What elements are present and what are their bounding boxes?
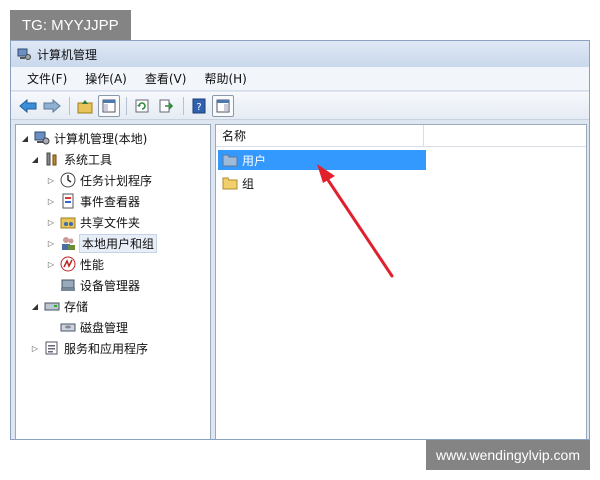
tree-item-label: 共享文件夹 bbox=[80, 215, 141, 230]
screenshot: 计算机管理 文件(F) 操作(A) 查看(V) 帮助(H) ? ◢ 计算机管理(… bbox=[0, 0, 600, 480]
tree-item-label: 任务计划程序 bbox=[80, 173, 153, 188]
forward-button[interactable] bbox=[41, 95, 63, 117]
menu-action[interactable]: 操作(A) bbox=[77, 68, 135, 89]
tree-item-label: 服务和应用程序 bbox=[64, 341, 149, 356]
column-header-empty bbox=[424, 125, 584, 147]
users-icon bbox=[60, 235, 76, 251]
list-header: 名称 bbox=[216, 124, 586, 147]
refresh-button[interactable] bbox=[131, 95, 153, 117]
folder-icon bbox=[222, 153, 238, 167]
tree-item-disk-management[interactable]: 磁盘管理 bbox=[60, 317, 128, 337]
collapse-icon[interactable]: ◢ bbox=[20, 134, 30, 143]
svg-text:?: ? bbox=[196, 102, 201, 113]
device-manager-icon bbox=[60, 277, 76, 293]
expand-icon[interactable]: ▷ bbox=[46, 197, 56, 206]
tree-item-label: 设备管理器 bbox=[80, 278, 141, 293]
expand-icon[interactable]: ▷ bbox=[46, 176, 56, 185]
performance-icon bbox=[60, 256, 76, 272]
computer-management-icon bbox=[17, 47, 31, 61]
computer-management-icon bbox=[34, 130, 50, 146]
tools-icon bbox=[44, 151, 60, 167]
toolbar-separator bbox=[126, 96, 127, 115]
help-icon: ? bbox=[192, 98, 206, 113]
list-item-users[interactable]: 用户 bbox=[218, 150, 426, 170]
show-hide-action-pane-button[interactable] bbox=[212, 94, 234, 117]
clock-icon bbox=[60, 172, 76, 188]
menu-file[interactable]: 文件(F) bbox=[19, 68, 75, 89]
refresh-icon bbox=[135, 99, 149, 112]
show-hide-tree-button[interactable] bbox=[98, 94, 120, 117]
folder-up-icon bbox=[77, 99, 93, 113]
tree-item-system-tools[interactable]: ◢ 系统工具 bbox=[30, 149, 112, 169]
expand-icon[interactable]: ▷ bbox=[30, 344, 40, 353]
menu-bar: 文件(F) 操作(A) 查看(V) 帮助(H) bbox=[11, 67, 589, 91]
toolbar-separator bbox=[69, 96, 70, 115]
event-viewer-icon bbox=[60, 193, 76, 209]
help-button[interactable]: ? bbox=[188, 95, 210, 117]
forward-arrow-icon bbox=[43, 98, 61, 113]
export-list-button[interactable] bbox=[155, 95, 177, 117]
list-item-label: 用户 bbox=[242, 153, 267, 168]
column-header-name[interactable]: 名称 bbox=[216, 124, 424, 147]
tree-item-device-manager[interactable]: 设备管理器 bbox=[60, 275, 140, 295]
tree-item-services-apps[interactable]: ▷ 服务和应用程序 bbox=[30, 338, 148, 358]
tree-item-label: 存储 bbox=[64, 299, 89, 314]
tree-item-label: 磁盘管理 bbox=[80, 320, 129, 335]
toolbar: ? bbox=[11, 92, 589, 120]
console-tree: ◢ 计算机管理(本地) ◢ 系统工具 ▷ 任务计划程序 ▷ 事件查看器 ▷ 共享… bbox=[15, 124, 211, 439]
computer-management-window: 计算机管理 文件(F) 操作(A) 查看(V) 帮助(H) ? ◢ 计算机管理(… bbox=[10, 40, 590, 440]
up-level-button[interactable] bbox=[74, 95, 96, 117]
tree-item-shared-folders[interactable]: ▷ 共享文件夹 bbox=[46, 212, 140, 232]
expand-icon[interactable]: ▷ bbox=[46, 239, 56, 248]
shared-folder-icon bbox=[60, 214, 76, 230]
tree-item-label: 计算机管理(本地) bbox=[54, 131, 148, 146]
expand-icon[interactable]: ▷ bbox=[46, 218, 56, 227]
watermark-bottom-right: www.wendingylvip.com bbox=[426, 440, 590, 470]
title-bar: 计算机管理 bbox=[11, 41, 589, 67]
tree-item-label: 系统工具 bbox=[64, 152, 113, 167]
tree-item-local-users-groups[interactable]: ▷ 本地用户和组 bbox=[46, 233, 158, 253]
action-pane-icon bbox=[216, 99, 230, 112]
tree-item-performance[interactable]: ▷ 性能 bbox=[46, 254, 104, 274]
console-tree-icon bbox=[102, 99, 116, 112]
tree-item-task-scheduler[interactable]: ▷ 任务计划程序 bbox=[46, 170, 152, 190]
list-item-label: 组 bbox=[242, 176, 255, 191]
list-item-groups[interactable]: 组 bbox=[218, 173, 426, 193]
services-icon bbox=[44, 340, 60, 356]
watermark-top-left: TG: MYYJJPP bbox=[10, 10, 131, 40]
tree-item-label: 本地用户和组 bbox=[78, 233, 158, 253]
tree-item-event-viewer[interactable]: ▷ 事件查看器 bbox=[46, 191, 140, 211]
storage-icon bbox=[44, 298, 60, 314]
disk-icon bbox=[60, 319, 76, 335]
menu-help[interactable]: 帮助(H) bbox=[196, 68, 254, 89]
window-title: 计算机管理 bbox=[37, 47, 98, 62]
collapse-icon[interactable]: ◢ bbox=[30, 302, 40, 311]
tree-item-label: 事件查看器 bbox=[80, 194, 141, 209]
details-list: 名称 用户 组 bbox=[215, 124, 587, 439]
back-arrow-icon bbox=[19, 98, 37, 113]
expand-icon[interactable]: ▷ bbox=[46, 260, 56, 269]
tree-item-root[interactable]: ◢ 计算机管理(本地) bbox=[20, 128, 147, 148]
tree-item-label: 性能 bbox=[80, 257, 105, 272]
folder-icon bbox=[222, 176, 238, 190]
back-button[interactable] bbox=[17, 95, 39, 117]
export-icon bbox=[159, 99, 174, 112]
collapse-icon[interactable]: ◢ bbox=[30, 155, 40, 164]
toolbar-separator bbox=[183, 96, 184, 115]
menu-view[interactable]: 查看(V) bbox=[137, 68, 195, 89]
tree-item-storage[interactable]: ◢ 存储 bbox=[30, 296, 88, 316]
